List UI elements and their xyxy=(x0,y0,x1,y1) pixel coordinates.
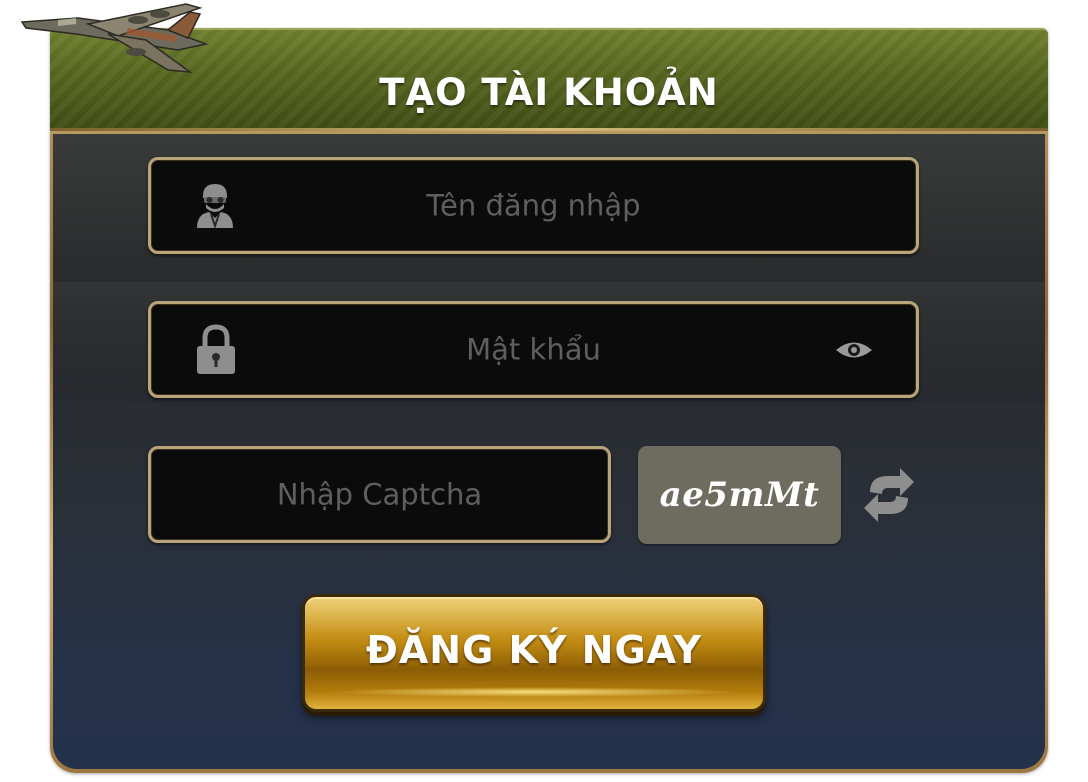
captcha-placeholder: Nhập Captcha xyxy=(276,477,483,511)
captcha-field[interactable]: Nhập Captcha xyxy=(148,446,611,543)
username-placeholder: Tên đăng nhập xyxy=(426,188,641,222)
airplane-icon xyxy=(20,3,209,73)
refresh-icon[interactable] xyxy=(860,464,918,526)
password-field[interactable]: Mật khẩu xyxy=(148,301,919,398)
register-dialog: TẠO TÀI KHOẢN Tên đăng nhập Mật khẩu Nhậ… xyxy=(0,0,1088,782)
captcha-code: ae5mMt xyxy=(659,475,820,515)
register-button[interactable]: ĐĂNG KÝ NGAY xyxy=(302,594,766,712)
captcha-image: ae5mMt xyxy=(638,446,841,544)
register-button-label: ĐĂNG KÝ NGAY xyxy=(366,628,702,672)
password-placeholder: Mật khẩu xyxy=(466,332,601,366)
eye-icon[interactable] xyxy=(834,339,874,361)
username-field[interactable]: Tên đăng nhập xyxy=(148,157,919,254)
